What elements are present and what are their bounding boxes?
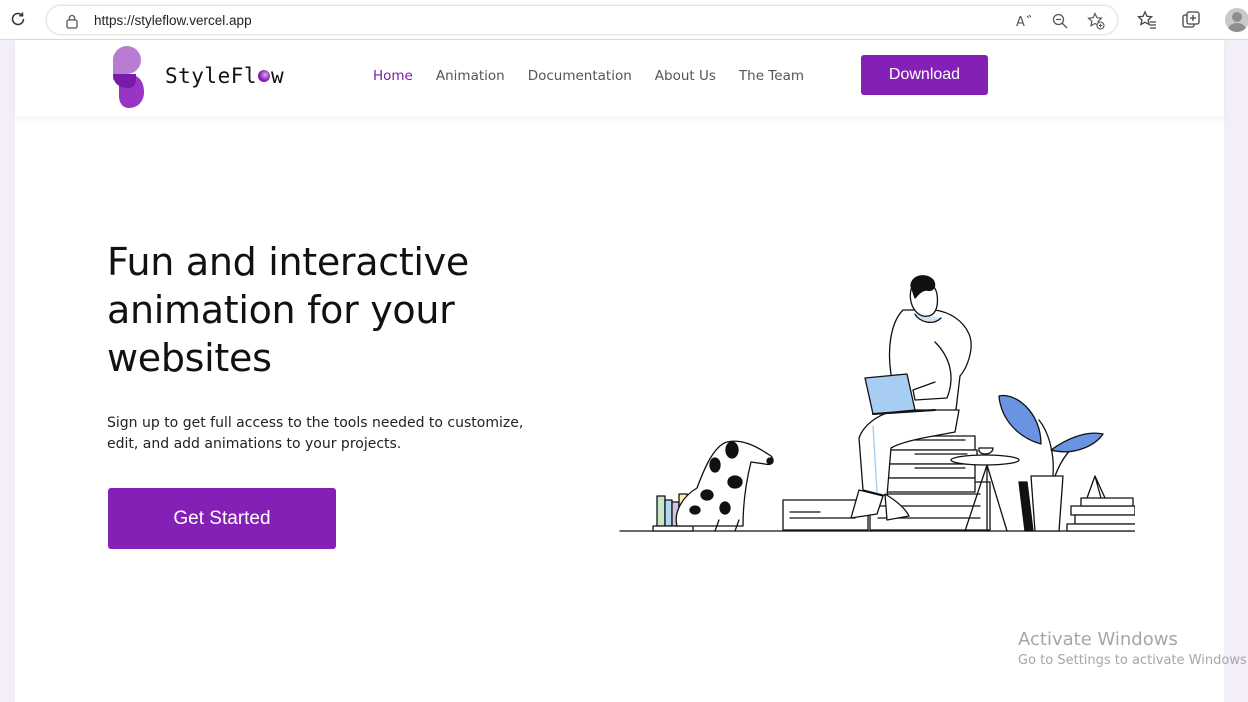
lock-icon (65, 13, 79, 29)
url-text[interactable]: https://styleflow.vercel.app (94, 13, 252, 28)
hero-subtitle: Sign up to get full access to the tools … (107, 415, 524, 452)
read-aloud-icon[interactable]: A (1015, 12, 1033, 30)
collections-icon[interactable] (1181, 10, 1201, 30)
nav-about-link[interactable]: About Us (655, 68, 716, 84)
webpage: StyleFl w Home Animation Documentation Ab… (15, 40, 1224, 702)
nav-documentation-link[interactable]: Documentation (528, 68, 632, 84)
watermark-line1: Activate Windows (1018, 629, 1178, 650)
svg-text:A: A (1016, 15, 1025, 30)
browser-toolbar: https://styleflow.vercel.app A (0, 0, 1248, 40)
watermark-line2: Go to Settings to activate Windows. (1018, 653, 1248, 668)
get-started-button[interactable]: Get Started (108, 488, 336, 549)
logo-text-end: w (271, 64, 285, 88)
windows-activation-watermark: Activate Windows Go to Settings to activ… (1018, 628, 1248, 670)
nav-animation-link[interactable]: Animation (436, 68, 505, 84)
address-bar[interactable]: https://styleflow.vercel.app A (46, 5, 1118, 35)
hero-title: Fun and interactive animation for your w… (107, 240, 469, 380)
logo-o-dot-icon (258, 70, 271, 82)
logo-text-start: StyleFl (165, 64, 258, 88)
site-navbar: StyleFl w Home Animation Documentation Ab… (15, 40, 1224, 116)
reload-icon[interactable] (8, 9, 28, 29)
hero-illustration (615, 250, 1142, 540)
zoom-out-icon[interactable] (1051, 12, 1069, 30)
nav-links: Home Animation Documentation About Us Th… (373, 68, 827, 84)
add-favorite-icon[interactable] (1087, 12, 1105, 30)
nav-home-link[interactable]: Home (373, 68, 413, 84)
profile-avatar[interactable] (1225, 8, 1248, 32)
styleflow-logo-icon[interactable] (110, 44, 146, 110)
favorites-icon[interactable] (1136, 10, 1157, 30)
download-button[interactable]: Download (861, 55, 988, 95)
logo-wordmark[interactable]: StyleFl w (165, 64, 284, 88)
nav-team-link[interactable]: The Team (739, 68, 804, 84)
